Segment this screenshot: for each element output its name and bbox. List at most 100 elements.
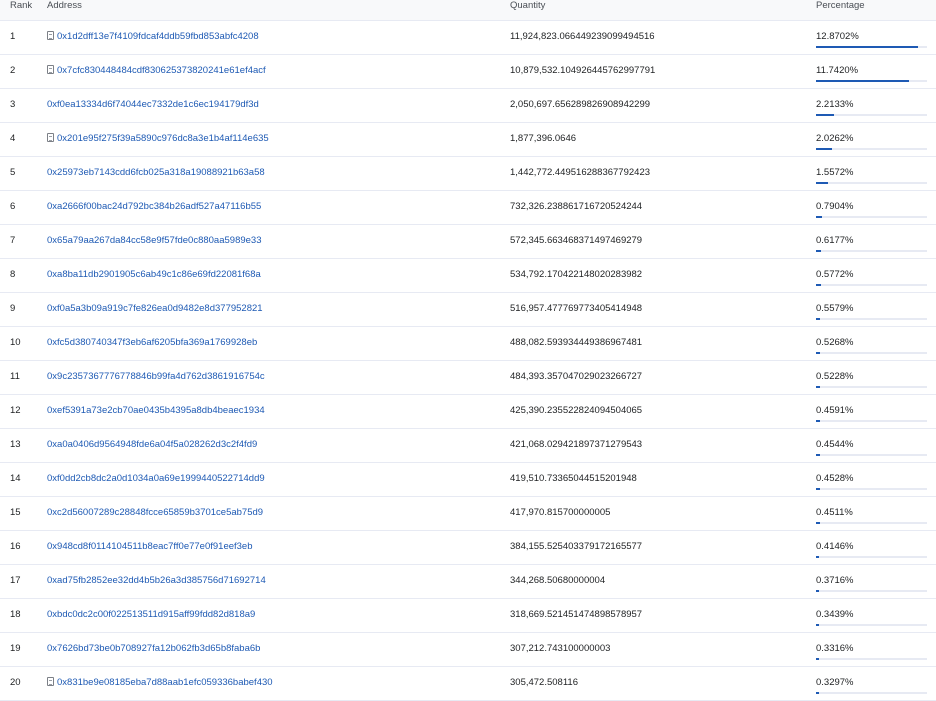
- quantity-cell: 10,879,532.104926445762997791: [510, 65, 656, 76]
- percentage-bar-track: [816, 420, 927, 422]
- percentage-bar-track: [816, 522, 927, 524]
- quantity-cell: 484,393.357047029023266727: [510, 371, 643, 382]
- address-text: 0xad75fb2852ee32dd4b5b26a3d385756d716927…: [47, 575, 266, 586]
- address-text: 0x7626bd73be0b708927fa12b062fb3d65b8faba…: [47, 643, 261, 654]
- percentage-bar-fill: [816, 386, 820, 388]
- table-row: 1 0x1d2dff13e7f4109fdcaf4ddb59fbd853abfc4…: [0, 21, 936, 55]
- address-link[interactable]: 0x7626bd73be0b708927fa12b062fb3d65b8faba…: [47, 643, 260, 655]
- quantity-cell: 534,792.170422148020283982: [510, 269, 643, 280]
- address-text: 0x831be9e08185eba7d88aab1efc059336babef4…: [57, 677, 273, 688]
- rank-cell: 19: [10, 643, 21, 654]
- percentage-bar-track: [816, 454, 927, 456]
- percentage-cell: 0.3297%: [816, 677, 854, 688]
- percentage-cell: 0.3716%: [816, 575, 854, 586]
- percentage-bar-fill: [816, 522, 820, 524]
- quantity-cell: 732,326.238861716720524244: [510, 201, 643, 212]
- percentage-cell: 12.8702%: [816, 31, 859, 42]
- percentage-bar-fill: [816, 318, 820, 320]
- address-text: 0x948cd8f0114104511b8eac7ff0e77e0f91eef3…: [47, 541, 253, 552]
- address-link[interactable]: 0xbdc0dc2c00f022513511d915aff99fdd82d818…: [47, 609, 255, 621]
- percentage-bar-fill: [816, 488, 820, 490]
- contract-document-icon: [47, 31, 54, 40]
- address-link[interactable]: 0xef5391a73e2cb70ae0435b4395a8db4beaec19…: [47, 405, 265, 417]
- address-link[interactable]: 0x65a79aa267da84cc58e9f57fde0c880aa5989e…: [47, 235, 261, 247]
- percentage-cell: 0.5268%: [816, 337, 854, 348]
- percentage-bar-fill: [816, 284, 821, 286]
- quantity-cell: 318,669.521451474898578957: [510, 609, 643, 620]
- table-row: 18 0xbdc0dc2c00f022513511d915aff99fdd82d8…: [0, 599, 936, 633]
- table-row: 19 0x7626bd73be0b708927fa12b062fb3d65b8fa…: [0, 633, 936, 667]
- percentage-cell: 2.0262%: [816, 133, 854, 144]
- rank-cell: 17: [10, 575, 21, 586]
- address-link[interactable]: 0x1d2dff13e7f4109fdcaf4ddb59fbd853abfc42…: [47, 31, 259, 43]
- rank-cell: 15: [10, 507, 21, 518]
- percentage-cell: 0.4544%: [816, 439, 854, 450]
- percentage-cell: 0.7904%: [816, 201, 854, 212]
- address-link[interactable]: 0x831be9e08185eba7d88aab1efc059336babef4…: [47, 677, 273, 689]
- quantity-cell: 516,957.477769773405414948: [510, 303, 643, 314]
- percentage-cell: 0.6177%: [816, 235, 854, 246]
- address-link[interactable]: 0xf0ea13334d6f74044ec7332de1c6ec194179df…: [47, 99, 259, 111]
- percentage-bar-fill: [816, 182, 828, 184]
- address-link[interactable]: 0xf0a5a3b09a919c7fe826ea0d9482e8d3779528…: [47, 303, 263, 315]
- rank-cell: 16: [10, 541, 21, 552]
- address-link[interactable]: 0xfc5d380740347f3eb6af6205bfa369a1769928…: [47, 337, 257, 349]
- percentage-cell: 0.4511%: [816, 507, 853, 518]
- address-link[interactable]: 0x9c2357367776778846b99fa4d762d386191675…: [47, 371, 265, 383]
- percentage-cell: 0.4591%: [816, 405, 854, 416]
- quantity-cell: 419,510.73365044515201948: [510, 473, 637, 484]
- quantity-cell: 384,155.525403379172165577: [510, 541, 643, 552]
- percentage-cell: 1.5572%: [816, 167, 854, 178]
- table-row: 15 0xc2d56007289c28848fcce65859b3701ce5ab…: [0, 497, 936, 531]
- rank-cell: 9: [10, 303, 16, 314]
- address-link[interactable]: 0x948cd8f0114104511b8eac7ff0e77e0f91eef3…: [47, 541, 253, 553]
- column-header-address: Address: [47, 0, 82, 11]
- address-link[interactable]: 0x25973eb7143cdd6fcb025a318a19088921b63a…: [47, 167, 265, 179]
- address-link[interactable]: 0xa0a0406d9564948fde6a04f5a028262d3c2f4f…: [47, 439, 257, 451]
- percentage-bar-track: [816, 352, 927, 354]
- percentage-bar-track: [816, 658, 927, 660]
- percentage-bar-track: [816, 692, 927, 694]
- address-text: 0xa8ba11db2901905c6ab49c1c86e69fd22081f6…: [47, 269, 261, 280]
- address-link[interactable]: 0x201e95f275f39a5890c976dc8a3e1b4af114e6…: [47, 133, 269, 145]
- address-text: 0xfc5d380740347f3eb6af6205bfa369a1769928…: [47, 337, 258, 348]
- holders-table: Rank Address Quantity Percentage 1 0x1d2d…: [0, 0, 936, 701]
- address-text: 0xa0a0406d9564948fde6a04f5a028262d3c2f4f…: [47, 439, 258, 450]
- address-text: 0xf0ea13334d6f74044ec7332de1c6ec194179df…: [47, 99, 259, 110]
- column-header-rank: Rank: [10, 0, 33, 11]
- rank-cell: 12: [10, 405, 21, 416]
- address-link[interactable]: 0xc2d56007289c28848fcce65859b3701ce5ab75…: [47, 507, 263, 519]
- rank-cell: 2: [10, 65, 16, 76]
- address-text: 0xf0a5a3b09a919c7fe826ea0d9482e8d3779528…: [47, 303, 263, 314]
- percentage-bar-fill: [816, 352, 820, 354]
- percentage-bar-fill: [816, 692, 819, 694]
- address-text: 0x201e95f275f39a5890c976dc8a3e1b4af114e6…: [57, 133, 269, 144]
- percentage-cell: 0.5579%: [816, 303, 854, 314]
- percentage-bar-track: [816, 556, 927, 558]
- table-row: 6 0xa2666f00bac24d792bc384b26adf527a47116…: [0, 191, 936, 225]
- percentage-cell: 0.3439%: [816, 609, 854, 620]
- address-text: 0x25973eb7143cdd6fcb025a318a19088921b63a…: [47, 167, 265, 178]
- percentage-bar-track: [816, 624, 927, 626]
- percentage-bar-fill: [816, 590, 819, 592]
- percentage-bar-track: [816, 216, 927, 218]
- percentage-bar-fill: [816, 420, 820, 422]
- column-header-quantity: Quantity: [510, 0, 546, 11]
- address-link[interactable]: 0xf0dd2cb8dc2a0d1034a0a69e1999440522714d…: [47, 473, 265, 485]
- percentage-bar-track: [816, 318, 927, 320]
- address-link[interactable]: 0xa2666f00bac24d792bc384b26adf527a47116b…: [47, 201, 261, 213]
- table-row: 17 0xad75fb2852ee32dd4b5b26a3d385756d7169…: [0, 565, 936, 599]
- rank-cell: 11: [10, 371, 20, 382]
- table-row: 20 0x831be9e08185eba7d88aab1efc059336babe…: [0, 667, 936, 701]
- table-row: 12 0xef5391a73e2cb70ae0435b4395a8db4beaec…: [0, 395, 936, 429]
- address-link[interactable]: 0xa8ba11db2901905c6ab49c1c86e69fd22081f6…: [47, 269, 261, 281]
- percentage-bar-fill: [816, 454, 820, 456]
- address-text: 0x1d2dff13e7f4109fdcaf4ddb59fbd853abfc42…: [57, 31, 259, 42]
- rank-cell: 3: [10, 99, 16, 110]
- percentage-bar-track: [816, 182, 927, 184]
- table-row: 9 0xf0a5a3b09a919c7fe826ea0d9482e8d377952…: [0, 293, 936, 327]
- address-link[interactable]: 0xad75fb2852ee32dd4b5b26a3d385756d716927…: [47, 575, 266, 587]
- rank-cell: 1: [10, 31, 16, 42]
- table-row: 10 0xfc5d380740347f3eb6af6205bfa369a17699…: [0, 327, 936, 361]
- address-link[interactable]: 0x7cfc830448484cdf830625373820241e61ef4a…: [47, 65, 266, 77]
